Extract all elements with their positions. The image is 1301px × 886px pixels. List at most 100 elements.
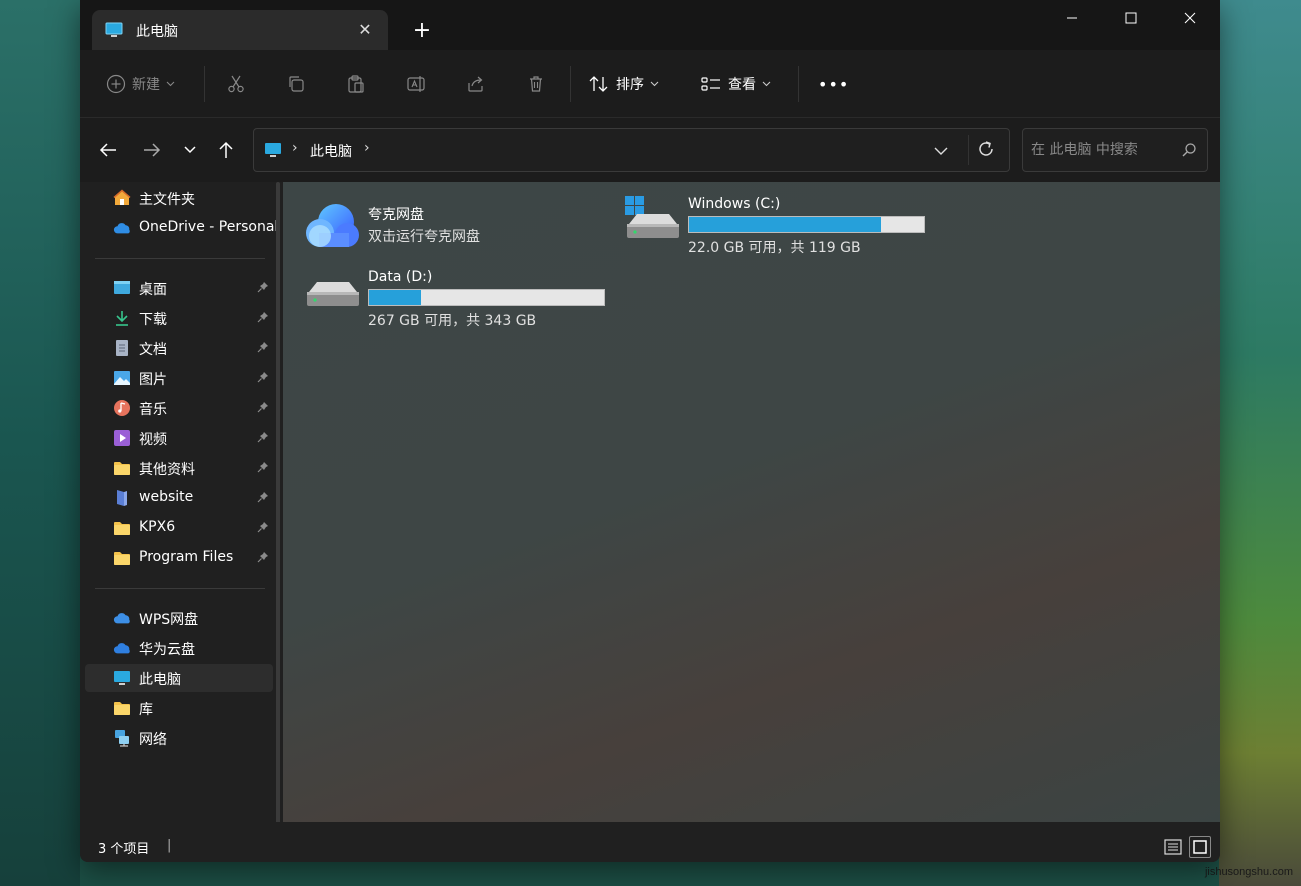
maximize-icon (1125, 12, 1137, 24)
sidebar-item-this-pc[interactable]: 此电脑 (85, 664, 273, 692)
tiles-view-button[interactable] (1189, 836, 1211, 858)
navigation-pane: 主文件夹 OneDrive - Personal 桌面 下载 文档 图片 音乐 … (80, 182, 278, 822)
chevron-down-icon (762, 81, 771, 87)
watermark: jishusongshu.com (1204, 866, 1293, 878)
search-box[interactable] (1022, 128, 1208, 172)
pin-icon[interactable] (257, 311, 269, 327)
wallpaper-right (1219, 0, 1301, 886)
sidebar-item-desktop[interactable]: 桌面 (85, 274, 273, 302)
paste-button[interactable] (346, 69, 366, 99)
pin-icon[interactable] (257, 431, 269, 447)
drive-c-item[interactable]: Windows (C:) 22.0 GB 可用，共 119 GB (621, 192, 931, 258)
up-button[interactable] (214, 138, 238, 162)
sidebar-item-kpx6[interactable]: KPX6 (85, 514, 273, 542)
sidebar-item-wps-drive[interactable]: WPS网盘 (85, 604, 273, 632)
maximize-button[interactable] (1102, 0, 1160, 36)
more-options-button[interactable]: ••• (818, 69, 849, 99)
quark-drive-item[interactable]: 夸克网盘 双击运行夸克网盘 (301, 196, 591, 256)
drive-d-name: Data (D:) (368, 269, 433, 285)
sidebar-scrollbar[interactable] (276, 182, 280, 832)
pin-icon[interactable] (257, 461, 269, 477)
new-tab-button[interactable]: + (410, 20, 434, 44)
view-button[interactable]: 查看 (700, 69, 771, 99)
document-icon (113, 339, 131, 357)
sort-button-label: 排序 (616, 77, 644, 93)
rename-button[interactable] (406, 69, 426, 99)
drive-c-name: Windows (C:) (688, 196, 781, 212)
pin-icon[interactable] (257, 491, 269, 507)
breadcrumb-this-pc[interactable]: 此电脑 (310, 141, 352, 161)
sidebar-item-onedrive[interactable]: OneDrive - Personal (85, 214, 278, 242)
share-icon (468, 76, 483, 92)
sidebar-item-music[interactable]: 音乐 (85, 394, 273, 422)
wallpaper-left (0, 0, 80, 886)
drive-d-usage-bar (368, 289, 605, 306)
home-icon (113, 189, 131, 207)
refresh-button[interactable] (976, 139, 996, 163)
folder-icon (113, 699, 131, 717)
sidebar-item-videos[interactable]: 视频 (85, 424, 273, 452)
breadcrumb-chevron-icon[interactable]: › (364, 140, 370, 156)
share-button[interactable] (466, 69, 486, 99)
sidebar-item-documents[interactable]: 文档 (85, 334, 273, 362)
new-button[interactable]: 新建 (106, 69, 175, 99)
search-icon (1181, 142, 1197, 162)
pin-icon[interactable] (257, 551, 269, 567)
pin-icon[interactable] (257, 341, 269, 357)
toolbar-divider (798, 66, 799, 102)
copy-icon (289, 76, 304, 92)
sidebar-item-huawei-cloud[interactable]: 华为云盘 (85, 634, 273, 662)
tab-this-pc[interactable]: 此电脑 ✕ (92, 10, 388, 50)
folder-icon (113, 519, 131, 537)
sidebar-item-program-files[interactable]: Program Files (85, 544, 273, 572)
minimize-button[interactable] (1043, 0, 1101, 36)
sidebar-item-libraries[interactable]: 库 (85, 694, 273, 722)
search-input[interactable] (1031, 129, 1176, 171)
back-button[interactable] (96, 138, 120, 162)
arrow-up-icon (219, 141, 233, 158)
delete-button[interactable] (526, 69, 546, 99)
sidebar-item-other-data[interactable]: 其他资料 (85, 454, 273, 482)
pin-icon[interactable] (257, 281, 269, 297)
item-count: 3 个项目 (98, 842, 150, 857)
pin-icon[interactable] (257, 401, 269, 417)
video-icon (113, 429, 131, 447)
sidebar-item-downloads[interactable]: 下载 (85, 304, 273, 332)
status-separator: | (167, 838, 172, 853)
drive-d-usage-fill (369, 290, 422, 305)
pin-icon[interactable] (257, 371, 269, 387)
cloud-icon (113, 639, 131, 657)
drive-c-usage-bar (688, 216, 925, 233)
title-bar: 此电脑 ✕ + (80, 0, 1220, 50)
close-tab-icon[interactable]: ✕ (356, 20, 374, 39)
sidebar-divider (95, 258, 265, 259)
command-bar: 新建 排序 查看 ••• (80, 50, 1220, 118)
sidebar-item-home[interactable]: 主文件夹 (85, 184, 273, 212)
breadcrumb-chevron-icon[interactable]: › (292, 140, 298, 156)
pc-icon (264, 142, 282, 162)
forward-button[interactable] (140, 138, 164, 162)
copy-button[interactable] (286, 69, 306, 99)
pc-icon (113, 669, 131, 687)
chevron-down-icon (166, 81, 175, 87)
trash-icon (530, 76, 542, 92)
address-history-button[interactable] (934, 141, 948, 160)
sort-button[interactable]: 排序 (588, 69, 659, 99)
arrow-right-icon (144, 143, 161, 157)
close-window-button[interactable] (1161, 0, 1219, 36)
cut-button[interactable] (226, 69, 246, 99)
quark-drive-subtitle: 双击运行夸克网盘 (368, 229, 480, 245)
sidebar-item-pictures[interactable]: 图片 (85, 364, 273, 392)
drive-c-usage-fill (689, 217, 881, 232)
sidebar-item-website[interactable]: website (85, 484, 273, 512)
sidebar-item-network[interactable]: 网络 (85, 724, 273, 752)
drive-d-item[interactable]: Data (D:) 267 GB 可用，共 343 GB (301, 266, 611, 332)
close-icon (1184, 12, 1196, 24)
recent-locations-button[interactable] (178, 138, 202, 162)
address-bar[interactable]: › 此电脑 › (253, 128, 1010, 172)
pin-icon[interactable] (257, 521, 269, 537)
file-explorer-window: 此电脑 ✕ + 新建 排序 查看 ••• › 此电脑 › 在 此电脑 中搜索 主… (80, 0, 1220, 862)
folder-icon (113, 549, 131, 567)
details-view-button[interactable] (1162, 836, 1184, 858)
drive-c-usage-text: 22.0 GB 可用，共 119 GB (688, 240, 861, 256)
